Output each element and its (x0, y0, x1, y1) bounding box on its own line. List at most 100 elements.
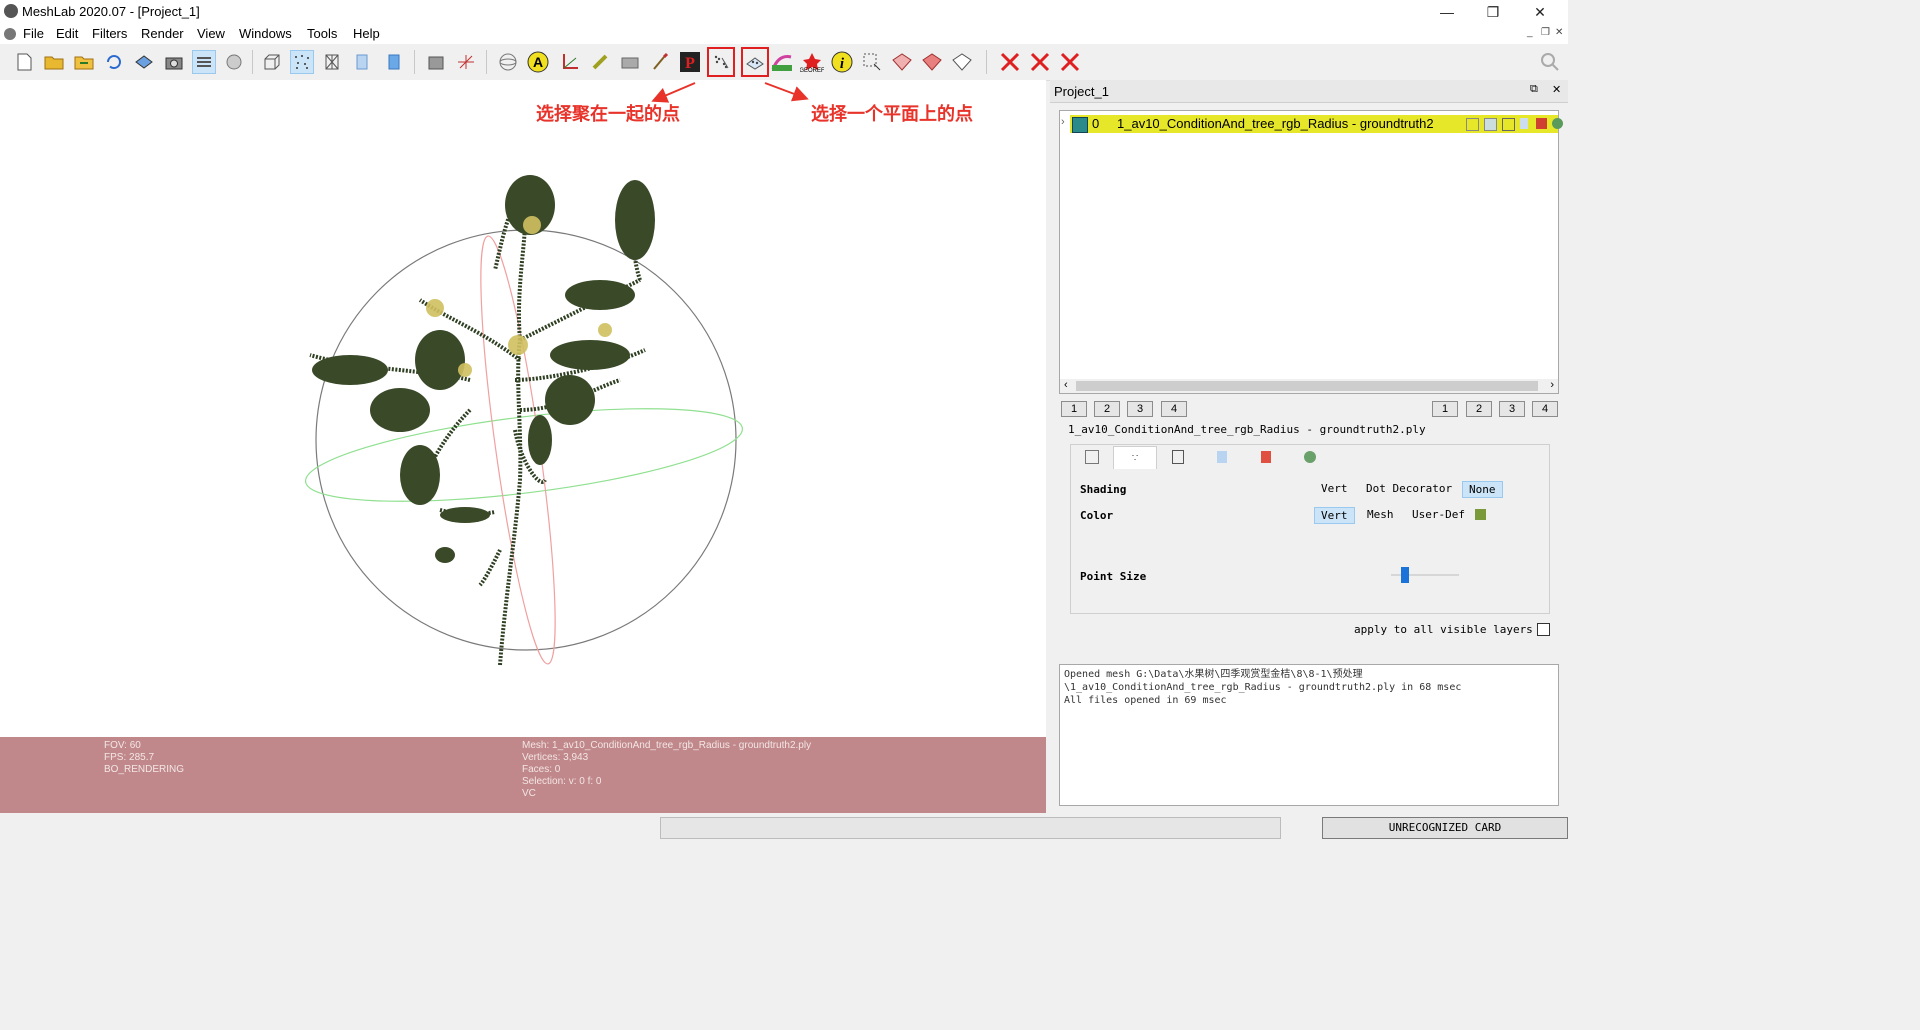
render-info: FOV: 60 FPS: 285.7 BO_RENDERING (104, 740, 184, 776)
open-project-icon[interactable] (42, 50, 66, 74)
color-option-vert[interactable]: Vert (1314, 507, 1355, 524)
layer-view-button-2[interactable]: 2 (1094, 401, 1120, 417)
layer-view-button-1[interactable]: 1 (1061, 401, 1087, 417)
shading-option-none[interactable]: None (1462, 481, 1503, 498)
mdi-restore-button[interactable]: ❐ (1541, 27, 1550, 38)
view-button-3[interactable]: 3 (1499, 401, 1525, 417)
texture-painting-icon[interactable] (770, 50, 794, 74)
layer-list[interactable]: › 0 1_av10_ConditionAnd_tree_rgb_Radius … (1059, 110, 1563, 394)
fov-text: FOV: 60 (104, 740, 141, 751)
tab-points[interactable]: ∵ (1113, 446, 1157, 469)
tab-solid[interactable] (1201, 446, 1243, 468)
pick-points-icon[interactable]: P (678, 50, 702, 74)
svg-text:P: P (685, 55, 695, 72)
vc-text: VC (522, 788, 536, 799)
solid-icon (1217, 451, 1227, 463)
lighting-icon[interactable] (424, 50, 448, 74)
raster-icon[interactable] (222, 50, 246, 74)
menu-tools[interactable]: Tools (307, 26, 337, 41)
trackball-icon[interactable] (496, 50, 520, 74)
layer-points-icon[interactable] (1484, 118, 1497, 131)
menu-file[interactable]: File (23, 26, 44, 41)
georef-icon[interactable]: GEOREF (800, 50, 824, 74)
color-option-mesh[interactable]: Mesh (1361, 507, 1400, 522)
select-components-icon[interactable] (950, 50, 974, 74)
select-faces-icon[interactable] (920, 50, 944, 74)
smooth-render-icon[interactable] (382, 50, 406, 74)
point-cloud-render (304, 82, 809, 666)
search-icon[interactable] (1538, 50, 1562, 74)
expand-chevron-icon[interactable]: › (1061, 116, 1065, 128)
bbox-render-icon[interactable] (260, 50, 284, 74)
paint-icon[interactable] (588, 50, 612, 74)
apply-all-checkbox[interactable] (1537, 623, 1550, 636)
scroll-right-icon[interactable]: › (1550, 379, 1554, 391)
layer-list-scrollbar[interactable]: ‹ › (1060, 379, 1558, 393)
wireframe-render-icon[interactable] (320, 50, 344, 74)
view-button-4[interactable]: 4 (1532, 401, 1558, 417)
layer-decorator-icon[interactable] (1552, 118, 1563, 129)
menu-help[interactable]: Help (353, 26, 380, 41)
menu-render[interactable]: Render (141, 26, 184, 41)
panel-close-icon[interactable]: ✕ (1552, 83, 1561, 96)
select-vertices-icon[interactable] (890, 50, 914, 74)
color-option-userdef[interactable]: User-Def (1406, 507, 1471, 522)
info-icon[interactable]: i (830, 50, 854, 74)
tab-decorators[interactable] (1289, 446, 1331, 468)
annotation-icon[interactable]: A (526, 50, 550, 74)
delete-selected-faces-icon[interactable] (1028, 50, 1052, 74)
panel-float-icon[interactable]: ⧉ (1530, 83, 1538, 96)
tab-bbox[interactable] (1071, 446, 1113, 468)
restore-button[interactable]: ❐ (1473, 2, 1513, 22)
close-button[interactable]: ✕ (1520, 2, 1560, 22)
user-color-swatch[interactable] (1475, 509, 1486, 520)
shading-option-dot[interactable]: Dot Decorator (1360, 481, 1458, 496)
view-button-1[interactable]: 1 (1432, 401, 1458, 417)
viewport-info-bar: FOV: 60 FPS: 285.7 BO_RENDERING Mesh: 1_… (0, 737, 1046, 813)
new-project-icon[interactable] (12, 50, 36, 74)
3d-viewport[interactable]: 选择聚在一起的点 选择一个平面上的点 (0, 80, 1046, 737)
visibility-eye-icon[interactable] (1072, 117, 1088, 133)
layer-index: 0 (1092, 116, 1100, 131)
menu-view[interactable]: View (197, 26, 225, 41)
delete-selected-faces-vertices-icon[interactable] (1058, 50, 1082, 74)
menu-windows[interactable]: Windows (239, 26, 292, 41)
layer-row[interactable]: 0 1_av10_ConditionAnd_tree_rgb_Radius - … (1070, 115, 1563, 133)
raster-align-icon[interactable] (618, 50, 642, 74)
select-faces-rect-icon[interactable] (860, 50, 884, 74)
shading-option-vert[interactable]: Vert (1315, 481, 1354, 496)
menu-bar: File Edit Filters Render View Windows To… (0, 24, 1568, 44)
layer-view-button-3[interactable]: 3 (1127, 401, 1153, 417)
layer-bbox-icon[interactable] (1466, 118, 1479, 131)
menu-edit[interactable]: Edit (56, 26, 78, 41)
view-button-2[interactable]: 2 (1466, 401, 1492, 417)
menu-filters[interactable]: Filters (92, 26, 127, 41)
show-layers-icon[interactable] (192, 50, 216, 74)
axis-icon[interactable] (454, 50, 478, 74)
export-mesh-icon[interactable] (132, 50, 156, 74)
brush-icon[interactable] (648, 50, 672, 74)
tab-texture[interactable] (1245, 446, 1287, 468)
select-connected-points-icon[interactable] (707, 47, 735, 77)
svg-text:GEOREF: GEOREF (800, 68, 824, 73)
select-plane-points-icon[interactable] (741, 47, 769, 77)
snapshot-icon[interactable] (162, 50, 186, 74)
mdi-minimize-button[interactable]: _ (1527, 27, 1533, 38)
reload-icon[interactable] (102, 50, 126, 74)
scroll-thumb[interactable] (1076, 381, 1538, 391)
delete-selected-vertices-icon[interactable] (998, 50, 1022, 74)
points-render-icon[interactable] (290, 50, 314, 74)
layer-texture-icon[interactable] (1536, 118, 1547, 129)
measure-tool-icon[interactable] (558, 50, 582, 74)
mdi-close-button[interactable]: ✕ (1555, 27, 1563, 38)
flat-render-icon[interactable] (350, 50, 374, 74)
scroll-left-icon[interactable]: ‹ (1064, 379, 1068, 391)
tab-wireframe[interactable] (1157, 446, 1199, 468)
annotation-select-plane: 选择一个平面上的点 (811, 104, 973, 124)
point-size-slider-handle[interactable] (1400, 567, 1409, 583)
layer-flat-icon[interactable] (1520, 118, 1528, 129)
import-mesh-icon[interactable] (72, 50, 96, 74)
layer-wire-icon[interactable] (1502, 118, 1515, 131)
minimize-button[interactable]: — (1427, 2, 1467, 22)
layer-view-button-4[interactable]: 4 (1161, 401, 1187, 417)
